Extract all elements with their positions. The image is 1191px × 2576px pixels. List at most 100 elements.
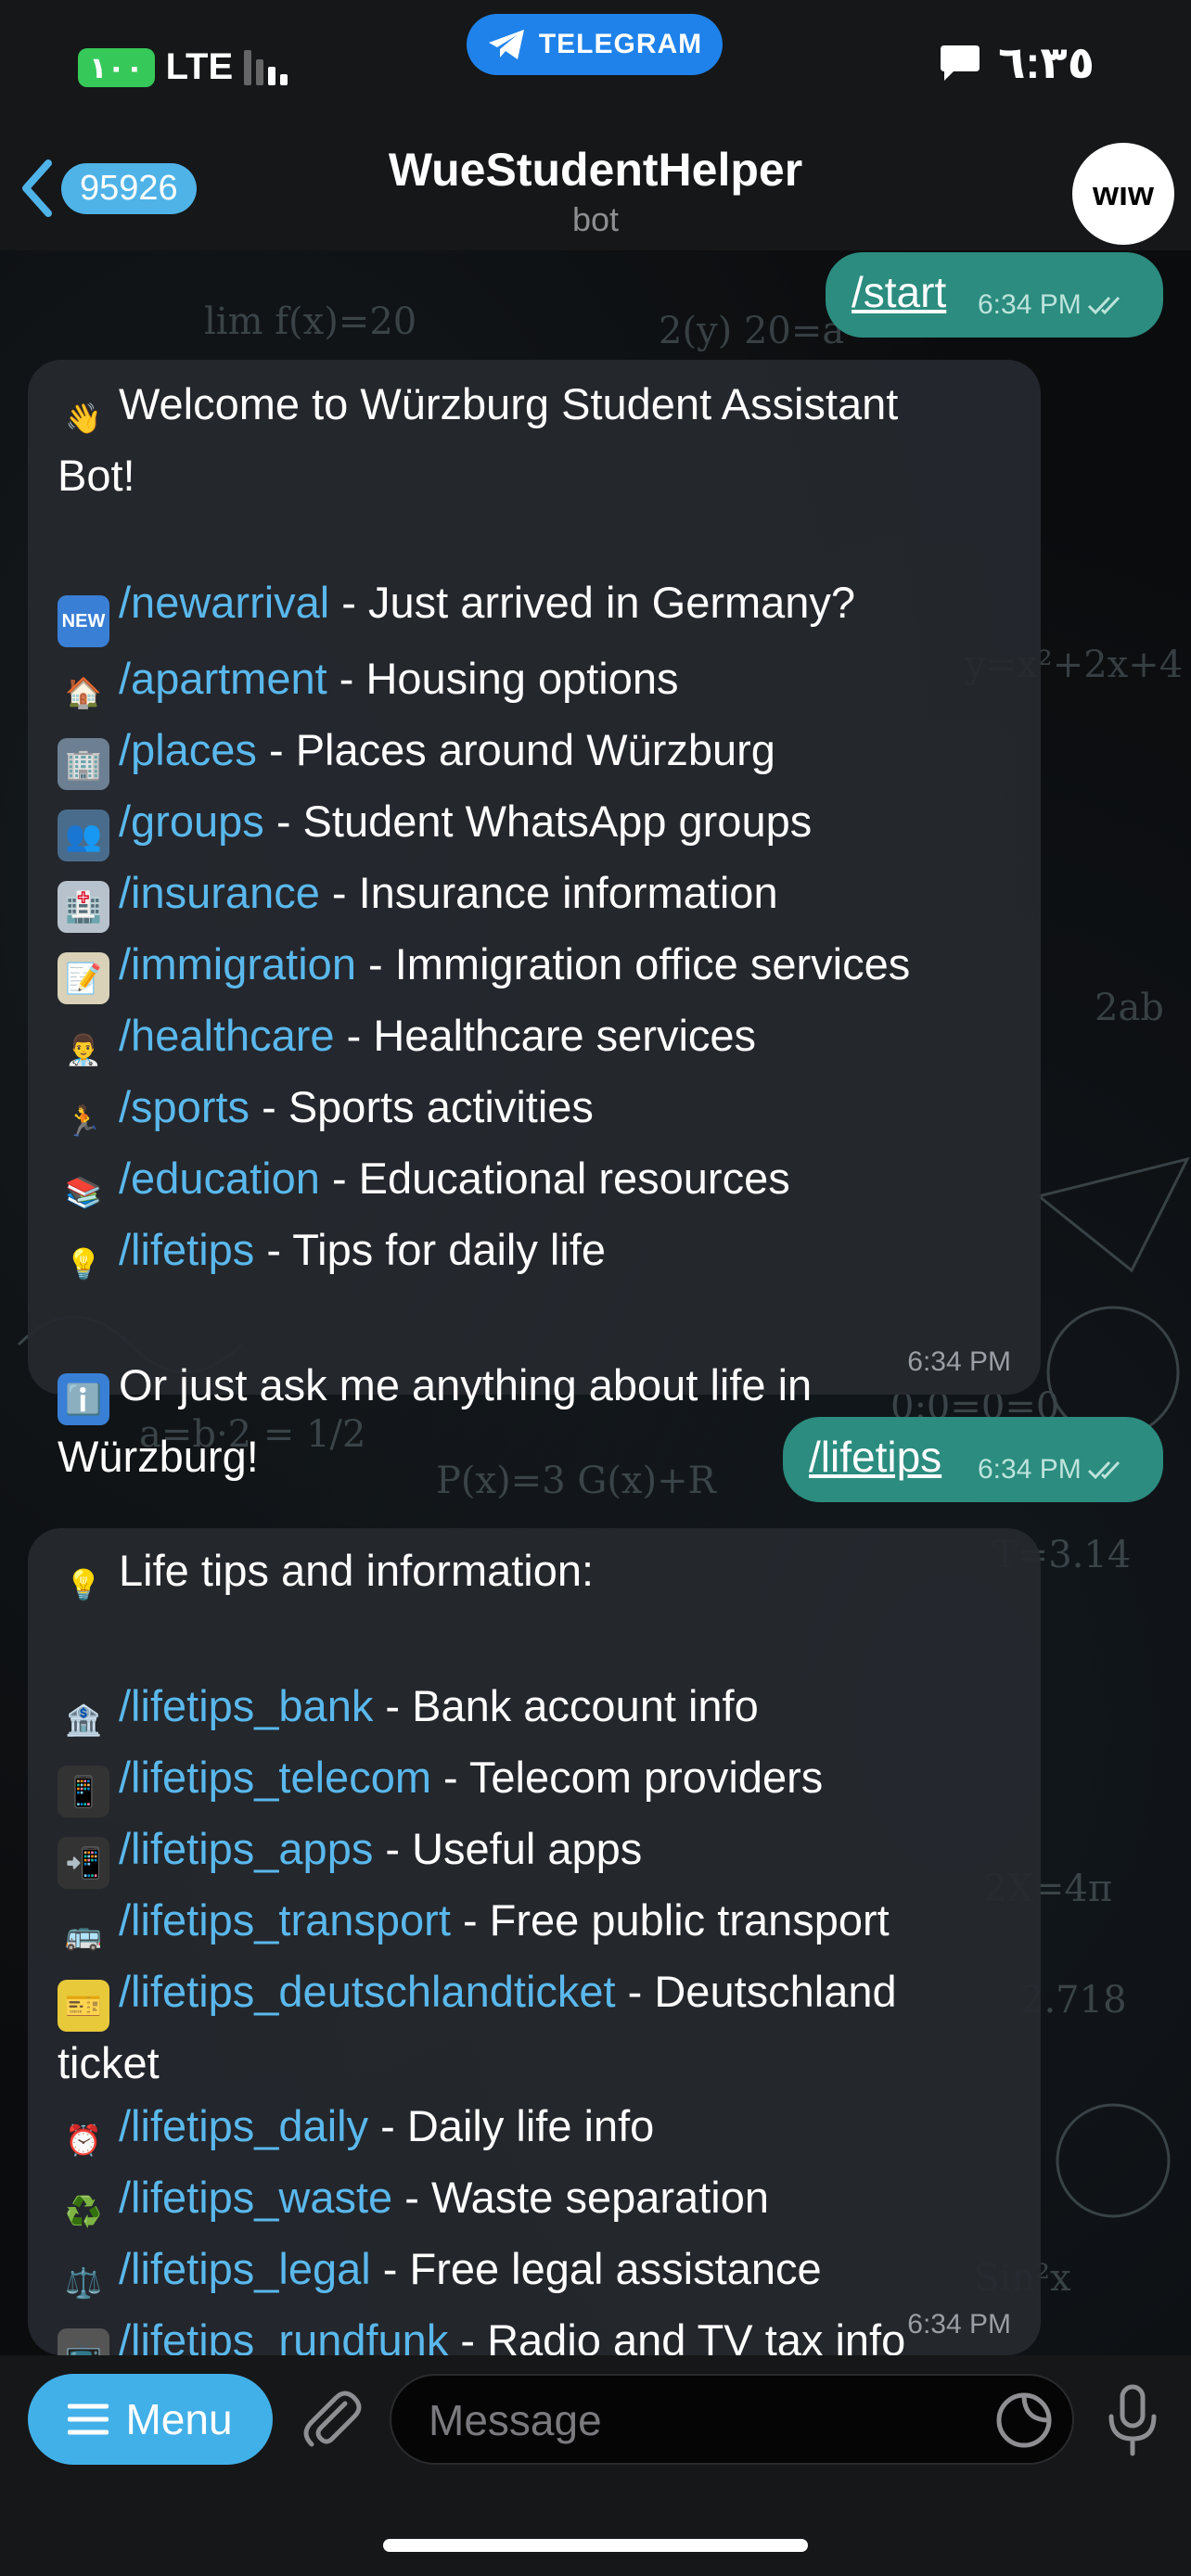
welcome-footer-line: ℹ️ Or just ask me anything about life in bbox=[58, 1354, 1041, 1425]
chat-title-area[interactable]: WueStudentHelper bot bbox=[0, 143, 1191, 239]
command-description: - Insurance information bbox=[319, 868, 778, 917]
command-link[interactable]: /lifetips bbox=[119, 1225, 254, 1274]
lightbulb-icon: 💡 bbox=[65, 1247, 102, 1281]
message-time: 6:34 PM bbox=[907, 1346, 1011, 1377]
battery-indicator: ١٠٠ bbox=[78, 47, 155, 87]
chat-bubble-icon bbox=[941, 45, 980, 81]
command-description: - Immigration office services bbox=[355, 939, 911, 988]
command-description: - Healthcare services bbox=[334, 1011, 757, 1060]
command-link[interactable]: /lifetips_deutschlandticket bbox=[119, 1967, 616, 2016]
lifetips-command-list: 🏦/lifetips_bank - Bank account info 📱/lif… bbox=[58, 1675, 1041, 2380]
signal-icon bbox=[244, 49, 288, 85]
recycle-icon: ♻️ bbox=[65, 2195, 102, 2228]
command-link[interactable]: /education bbox=[119, 1154, 320, 1203]
command-description: - Bank account info bbox=[373, 1680, 759, 1730]
telegram-icon bbox=[488, 30, 524, 59]
command-list-item: 🚌 /lifetips_transport - Free public trans… bbox=[58, 1889, 1041, 1960]
alarm-clock-icon: ⏰ bbox=[65, 2123, 102, 2157]
telegram-pill[interactable]: TELEGRAM bbox=[467, 14, 723, 75]
telegram-label: TELEGRAM bbox=[538, 29, 703, 59]
microphone-icon[interactable] bbox=[1100, 2383, 1165, 2457]
command-link[interactable]: /insurance bbox=[119, 868, 320, 917]
scales-icon: ⚖️ bbox=[65, 2266, 102, 2300]
welcome-title-line: 👋 Welcome to Würzburg Student Assistant bbox=[58, 373, 1041, 444]
status-right: ٦:٣٥ bbox=[939, 37, 1095, 89]
ticket-icon: 🎫 bbox=[58, 1979, 109, 2032]
lightbulb-icon: 💡 bbox=[65, 1568, 102, 1601]
command-link[interactable]: /lifetips_apps bbox=[119, 1824, 373, 1873]
command-description: - Useful apps bbox=[373, 1823, 643, 1873]
command-link[interactable]: /groups bbox=[119, 797, 264, 846]
double-check-icon bbox=[1087, 296, 1120, 315]
command-description: - Tips for daily life bbox=[254, 1225, 607, 1274]
command-list-item: 📚 /education - Educational resources bbox=[58, 1147, 1041, 1218]
paperclip-icon[interactable] bbox=[297, 2385, 367, 2455]
command-description-wrap: ticket bbox=[58, 2037, 160, 2087]
chat-subtitle: bot bbox=[571, 200, 620, 238]
command-link[interactable]: /lifetips_legal bbox=[119, 2244, 371, 2293]
command-list-item: 🏃 /sports - Sports activities bbox=[58, 1076, 1041, 1147]
command-link[interactable]: /lifetips_daily bbox=[119, 2101, 368, 2150]
clock: ٦:٣٥ bbox=[998, 39, 1095, 88]
message-time: 6:34 PM bbox=[978, 289, 1130, 321]
outgoing-message-start[interactable]: /start 6:34 PM bbox=[826, 252, 1163, 338]
runner-icon: 🏃 bbox=[65, 1104, 102, 1138]
bank-icon: 🏦 bbox=[65, 1702, 102, 1737]
svg-text:2ab: 2ab bbox=[1095, 987, 1164, 1029]
command-list-item: 📝/immigration - Immigration office servi… bbox=[58, 933, 1041, 1004]
welcome-footer: Or just ask me anything about life in bbox=[119, 1359, 813, 1409]
command-description: - Educational resources bbox=[319, 1154, 790, 1203]
chat-title: WueStudentHelper bbox=[388, 144, 803, 196]
welcome-command-list: NEW/newarrival - Just arrived in Germany… bbox=[58, 571, 1041, 1290]
avatar[interactable]: wıw bbox=[1072, 143, 1174, 245]
command-link[interactable]: /lifetips_transport bbox=[119, 1895, 451, 1945]
chat-header: 95926 WueStudentHelper bot wıw bbox=[0, 130, 1191, 255]
phone-icon: 📱 bbox=[58, 1765, 109, 1817]
command-link[interactable]: /lifetips_bank bbox=[119, 1681, 373, 1730]
new-icon: NEW bbox=[58, 595, 109, 647]
command-link[interactable]: /lifetips_waste bbox=[119, 2173, 392, 2222]
command-description: - Free public transport bbox=[450, 1894, 890, 1945]
command-list-item: ⏰ /lifetips_daily - Daily life info bbox=[58, 2095, 1041, 2166]
status-left: ١٠٠ LTE bbox=[78, 46, 288, 88]
command-link[interactable]: /places bbox=[119, 725, 257, 774]
command-description: - Telecom providers bbox=[431, 1752, 824, 1802]
svg-text:2(y) 20=a: 2(y) 20=a bbox=[659, 310, 844, 352]
command-description: - Housing options bbox=[327, 654, 679, 703]
command-description: - Just arrived in Germany? bbox=[329, 578, 856, 627]
command-list-item: 📲/lifetips_apps - Useful apps bbox=[58, 1817, 1041, 1889]
command-link-lifetips[interactable]: /lifetips bbox=[809, 1432, 941, 1482]
memo-icon: 📝 bbox=[58, 952, 109, 1004]
incoming-message-welcome: 👋 Welcome to Würzburg Student Assistant B… bbox=[28, 360, 1041, 1481]
hamburger-icon bbox=[68, 2404, 109, 2435]
menu-label: Menu bbox=[125, 2395, 233, 2443]
command-list-item: 🎫/lifetips_deutschlandticket - Deutschla… bbox=[58, 1960, 1041, 2032]
command-list-item: 🏦 /lifetips_bank - Bank account info bbox=[58, 1675, 1041, 1746]
command-link[interactable]: /healthcare bbox=[119, 1011, 335, 1060]
command-link[interactable]: /sports bbox=[119, 1082, 250, 1131]
outgoing-message-lifetips[interactable]: /lifetips 6:34 PM bbox=[783, 1417, 1163, 1502]
office-building-icon: 🏢 bbox=[58, 738, 109, 790]
home-indicator bbox=[383, 2539, 808, 2552]
time-label: 6:34 PM bbox=[978, 1454, 1082, 1485]
command-list-item: ⚖️ /lifetips_legal - Free legal assistanc… bbox=[58, 2238, 1041, 2309]
command-list-item: 👨‍⚕️ /healthcare - Healthcare services bbox=[58, 1004, 1041, 1076]
command-link[interactable]: /apartment bbox=[119, 654, 327, 703]
command-link[interactable]: /lifetips_telecom bbox=[119, 1753, 431, 1802]
command-description: - Student WhatsApp groups bbox=[263, 797, 813, 846]
menu-button[interactable]: Menu bbox=[28, 2374, 273, 2465]
sticker-icon[interactable] bbox=[994, 2391, 1054, 2450]
double-check-icon bbox=[1087, 1460, 1120, 1480]
incoming-message-lifetips: 💡 Life tips and information: 🏦 /lifetips_b… bbox=[28, 1528, 1041, 2380]
command-list-item: NEW/newarrival - Just arrived in Germany… bbox=[58, 571, 1041, 647]
message-input[interactable] bbox=[427, 2376, 968, 2465]
message-time: 6:34 PM bbox=[907, 2309, 1011, 2340]
command-link[interactable]: /newarrival bbox=[119, 578, 329, 627]
command-link[interactable]: /immigration bbox=[119, 939, 356, 988]
command-description: - Places around Würzburg bbox=[256, 725, 775, 774]
command-link-start[interactable]: /start bbox=[852, 267, 946, 317]
doctor-icon: 👨‍⚕️ bbox=[65, 1033, 102, 1066]
message-field[interactable] bbox=[390, 2374, 1074, 2465]
